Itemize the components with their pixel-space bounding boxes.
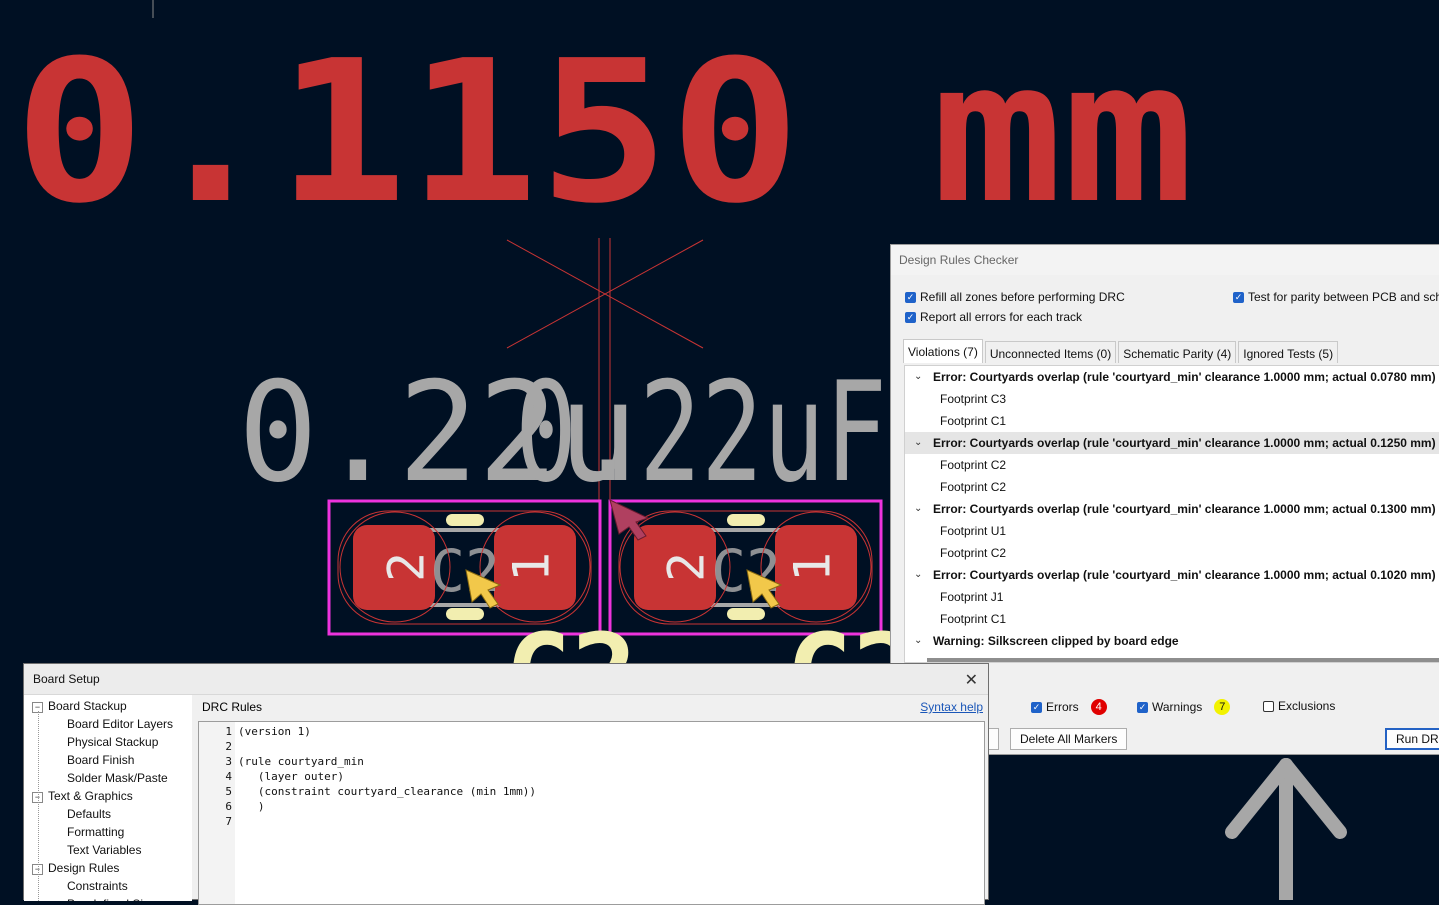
line-number: 7: [225, 815, 232, 828]
tree-item[interactable]: Board Editor Layers: [67, 717, 173, 731]
settings-tree[interactable]: Board Stackup − Board Editor Layers Physica…: [24, 695, 192, 901]
silk-mark-top-right: [727, 514, 765, 526]
syntax-help-link[interactable]: Syntax help: [920, 700, 983, 714]
errors-filter-checkbox[interactable]: ✓ Errors 4: [1031, 699, 1107, 715]
violation-text: Error: Courtyards overlap (rule 'courtya…: [933, 568, 1436, 582]
check-icon: ✓: [1137, 701, 1148, 713]
violation-item-row[interactable]: Footprint C2: [905, 454, 1439, 476]
board-setup-dialog: Board Setup ✕ Board Stackup − Board Editor…: [23, 663, 989, 905]
line-number: 4: [225, 770, 232, 783]
violation-text: Warning: Silkscreen clipped by board edg…: [933, 634, 1179, 648]
silk-mark-bottom-right: [727, 608, 765, 620]
tab-violations[interactable]: Violations (7): [903, 339, 983, 363]
violation-item-row[interactable]: Footprint C1: [905, 410, 1439, 432]
tree-item[interactable]: Constraints: [67, 879, 128, 893]
violations-list[interactable]: ⌄ Error: Courtyards overlap (rule 'courty…: [904, 365, 1439, 663]
dimension-label: 0.1150 mm: [14, 19, 1194, 247]
line-number-gutter: 1 2 3 4 5 6 7: [199, 722, 235, 904]
errors-count-badge: 4: [1090, 699, 1107, 715]
tree-guide-line: [38, 711, 39, 901]
code-line: (version 1): [238, 725, 311, 738]
panel-title: DRC Rules: [202, 700, 263, 714]
chevron-down-icon[interactable]: ⌄: [914, 432, 922, 454]
pad-left-2-number: 2: [378, 552, 436, 582]
check-icon: ✓: [1031, 701, 1042, 713]
violation-text: Footprint C1: [940, 612, 1007, 626]
report-all-errors-checkbox[interactable]: ✓ Report all errors for each track: [905, 310, 1082, 324]
violation-item-row[interactable]: Footprint C2: [905, 542, 1439, 564]
tree-item[interactable]: Text Variables: [67, 843, 141, 857]
tree-item[interactable]: Board Stackup: [48, 699, 127, 713]
violation-text: Footprint C1: [940, 414, 1007, 428]
tree-item[interactable]: Solder Mask/Paste: [67, 771, 168, 785]
check-icon: ✓: [905, 291, 916, 303]
arrow-up-graphic: [1225, 758, 1347, 900]
violation-text: Error: Courtyards overlap (rule 'courtya…: [933, 436, 1436, 450]
check-icon: ✓: [1233, 291, 1244, 303]
checkbox-empty-icon: [1263, 700, 1274, 712]
violation-row[interactable]: ⌄ Error: Courtyards overlap (rule 'courty…: [905, 498, 1439, 520]
silk-mark-top-left: [446, 514, 484, 526]
violation-row[interactable]: ⌄ Error: Courtyards overlap (rule 'courty…: [905, 366, 1439, 388]
violation-item-row[interactable]: Footprint C1: [905, 608, 1439, 630]
delete-all-markers-button[interactable]: Delete All Markers: [1010, 728, 1128, 750]
tree-item[interactable]: Board Finish: [67, 753, 134, 767]
violation-text: Footprint J1: [940, 590, 1004, 604]
tree-item[interactable]: Pre-defined Sizes: [67, 897, 162, 901]
check-icon: ✓: [905, 311, 916, 323]
code-line: (constraint courtyard_clearance (min 1mm…: [238, 785, 537, 798]
close-icon[interactable]: ✕: [965, 670, 978, 690]
violation-text: Error: Courtyards overlap (rule 'courtya…: [933, 370, 1436, 384]
chevron-down-icon[interactable]: ⌄: [914, 498, 922, 520]
warnings-filter-checkbox[interactable]: ✓ Warnings 7: [1137, 699, 1231, 715]
board-setup-title: Board Setup: [24, 664, 988, 695]
line-number: 5: [225, 785, 232, 798]
code-line: (rule courtyard_min: [238, 755, 364, 768]
tree-item[interactable]: Text & Graphics: [48, 789, 133, 803]
chevron-down-icon[interactable]: ⌄: [914, 564, 922, 586]
horizontal-scrollbar[interactable]: [927, 658, 1439, 662]
violation-text: Footprint C2: [940, 458, 1007, 472]
tab-ignored-tests[interactable]: Ignored Tests (5): [1238, 341, 1339, 363]
tree-item[interactable]: Physical Stackup: [67, 735, 158, 749]
violation-item-row[interactable]: Footprint C2: [905, 476, 1439, 498]
violation-row[interactable]: ⌄ Error: Courtyards overlap (rule 'courty…: [905, 564, 1439, 586]
tab-unconnected-items[interactable]: Unconnected Items (0): [984, 341, 1117, 363]
code-line: ): [238, 800, 265, 813]
line-number: 2: [225, 740, 232, 753]
violation-item-row[interactable]: Footprint C3: [905, 388, 1439, 410]
value-text-right: 0.22uF: [515, 352, 887, 513]
line-number: 6: [225, 800, 232, 813]
tab-schematic-parity[interactable]: Schematic Parity (4): [1118, 341, 1237, 363]
tree-item[interactable]: Design Rules: [48, 861, 119, 875]
pad-left-1-number: 1: [503, 552, 561, 582]
violation-text: Footprint C2: [940, 546, 1007, 560]
drc-title: Design Rules Checker: [891, 245, 1439, 275]
chevron-down-icon[interactable]: ⌄: [914, 366, 922, 388]
run-drc-button[interactable]: Run DRC: [1385, 728, 1439, 750]
code-line: (layer outer): [238, 770, 344, 783]
violation-text: Error: Courtyards overlap (rule 'courtya…: [933, 502, 1436, 516]
pad-right-2-number: 2: [658, 552, 716, 582]
refill-zones-checkbox[interactable]: ✓ Refill all zones before performing DRC: [905, 290, 1125, 304]
violation-text: Footprint U1: [940, 524, 1007, 538]
pad-right-1-number: 1: [784, 552, 842, 582]
line-number: 1: [225, 725, 232, 738]
exclusions-filter-checkbox[interactable]: Exclusions: [1263, 699, 1335, 713]
silk-mark-bottom-left: [446, 608, 484, 620]
violation-item-row[interactable]: Footprint J1: [905, 586, 1439, 608]
drc-rules-editor[interactable]: 1 2 3 4 5 6 7 (version 1) (rule courtyard_min (…: [198, 721, 985, 905]
tree-item[interactable]: Formatting: [67, 825, 124, 839]
violation-row[interactable]: ⌄ Warning: Silkscreen clipped by board ed…: [905, 630, 1439, 652]
chevron-down-icon[interactable]: ⌄: [914, 630, 922, 652]
drc-tabs: Violations (7) Unconnected Items (0) Sch…: [903, 339, 1340, 363]
violation-text: Footprint C2: [940, 480, 1007, 494]
line-number: 3: [225, 755, 232, 768]
tree-item[interactable]: Defaults: [67, 807, 111, 821]
violation-row[interactable]: ⌄ Error: Courtyards overlap (rule 'courty…: [905, 432, 1439, 454]
parity-test-checkbox[interactable]: ✓ Test for parity between PCB and sche: [1233, 290, 1439, 304]
violation-text: Footprint C3: [940, 392, 1007, 406]
violation-item-row[interactable]: Footprint U1: [905, 520, 1439, 542]
warnings-count-badge: 7: [1214, 699, 1231, 715]
